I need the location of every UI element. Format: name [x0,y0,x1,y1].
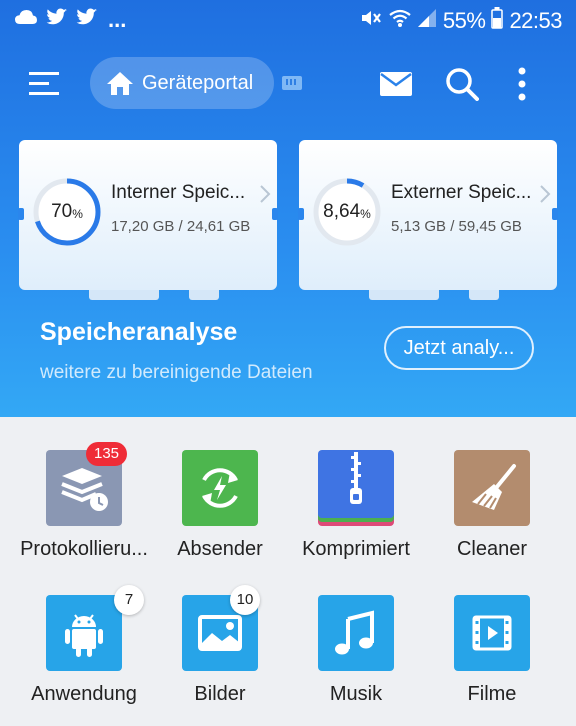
device-portal-label: Geräteportal [142,71,254,94]
toolbar: Geräteportal [0,50,576,116]
category-movies[interactable]: Filme [424,595,560,725]
category-label: Musik [329,683,383,705]
analyze-now-button[interactable]: Jetzt analy... [384,326,534,370]
external-storage-card[interactable]: 8,64% Externer Speic... 5,13 GB / 59,45 … [298,140,558,300]
clock: 22:53 [509,7,562,33]
category-apps[interactable]: 7 Anwendung [16,585,152,725]
menu-icon[interactable] [22,62,66,104]
mail-icon[interactable] [374,64,418,104]
mute-icon [359,7,383,34]
status-bar: ... 55% 22:53 [0,0,576,40]
chevron-right-icon [539,184,551,209]
internal-storage-title: Interner Speic... [111,182,246,203]
search-icon[interactable] [440,62,484,106]
category-cleaner[interactable]: Cleaner [424,450,560,580]
category-label: Absender [177,538,263,560]
category-label: Protokollieru... [20,538,148,560]
internal-storage-card[interactable]: 70% Interner Speic... 17,20 GB / 24,61 G… [18,140,278,300]
device-portal-button[interactable]: Geräteportal [90,57,274,109]
zip-icon [318,450,394,526]
sender-icon [182,450,258,526]
logs-badge: 135 [86,442,128,466]
category-music[interactable]: Musik [288,595,424,725]
music-icon [318,595,394,671]
external-storage-usage: 5,13 GB / 59,45 GB [391,218,522,235]
external-storage-title: Externer Speic... [391,182,532,203]
category-label: Cleaner [456,538,528,560]
wifi-icon [389,8,411,33]
internal-storage-usage: 17,20 GB / 24,61 GB [111,218,251,235]
storage-card-icon[interactable] [280,72,304,94]
battery-icon [491,7,504,34]
images-badge: 10 [230,585,260,615]
category-label: Filme [467,683,517,705]
signal-icon [417,8,437,33]
category-label: Anwendung [31,683,137,705]
broom-icon [454,450,530,526]
category-compressed[interactable]: Komprimiert [288,450,424,580]
internal-percent: 70% [51,201,83,222]
more-options-icon[interactable] [506,62,538,106]
external-percent: 8,64% [323,201,371,222]
more-notifications: ... [108,6,127,32]
category-sender[interactable]: Absender [152,450,288,580]
twitter-icon-2 [76,8,98,31]
android-icon [46,595,122,671]
apps-badge: 7 [114,585,144,615]
category-logs[interactable]: 135 Protokollieru... [16,442,152,580]
cloud-icon [14,8,38,31]
storage-analysis-subtitle: weitere zu bereinigende Dateien [40,362,313,383]
category-images[interactable]: 10 Bilder [152,585,288,725]
category-label: Bilder [194,683,246,705]
chevron-right-icon [259,184,271,209]
home-icon [106,70,134,96]
twitter-icon [46,8,68,31]
category-label: Komprimiert [302,538,410,560]
battery-percent: 55% [442,7,486,33]
film-icon [454,595,530,671]
storage-analysis-title: Speicheranalyse [40,318,238,346]
